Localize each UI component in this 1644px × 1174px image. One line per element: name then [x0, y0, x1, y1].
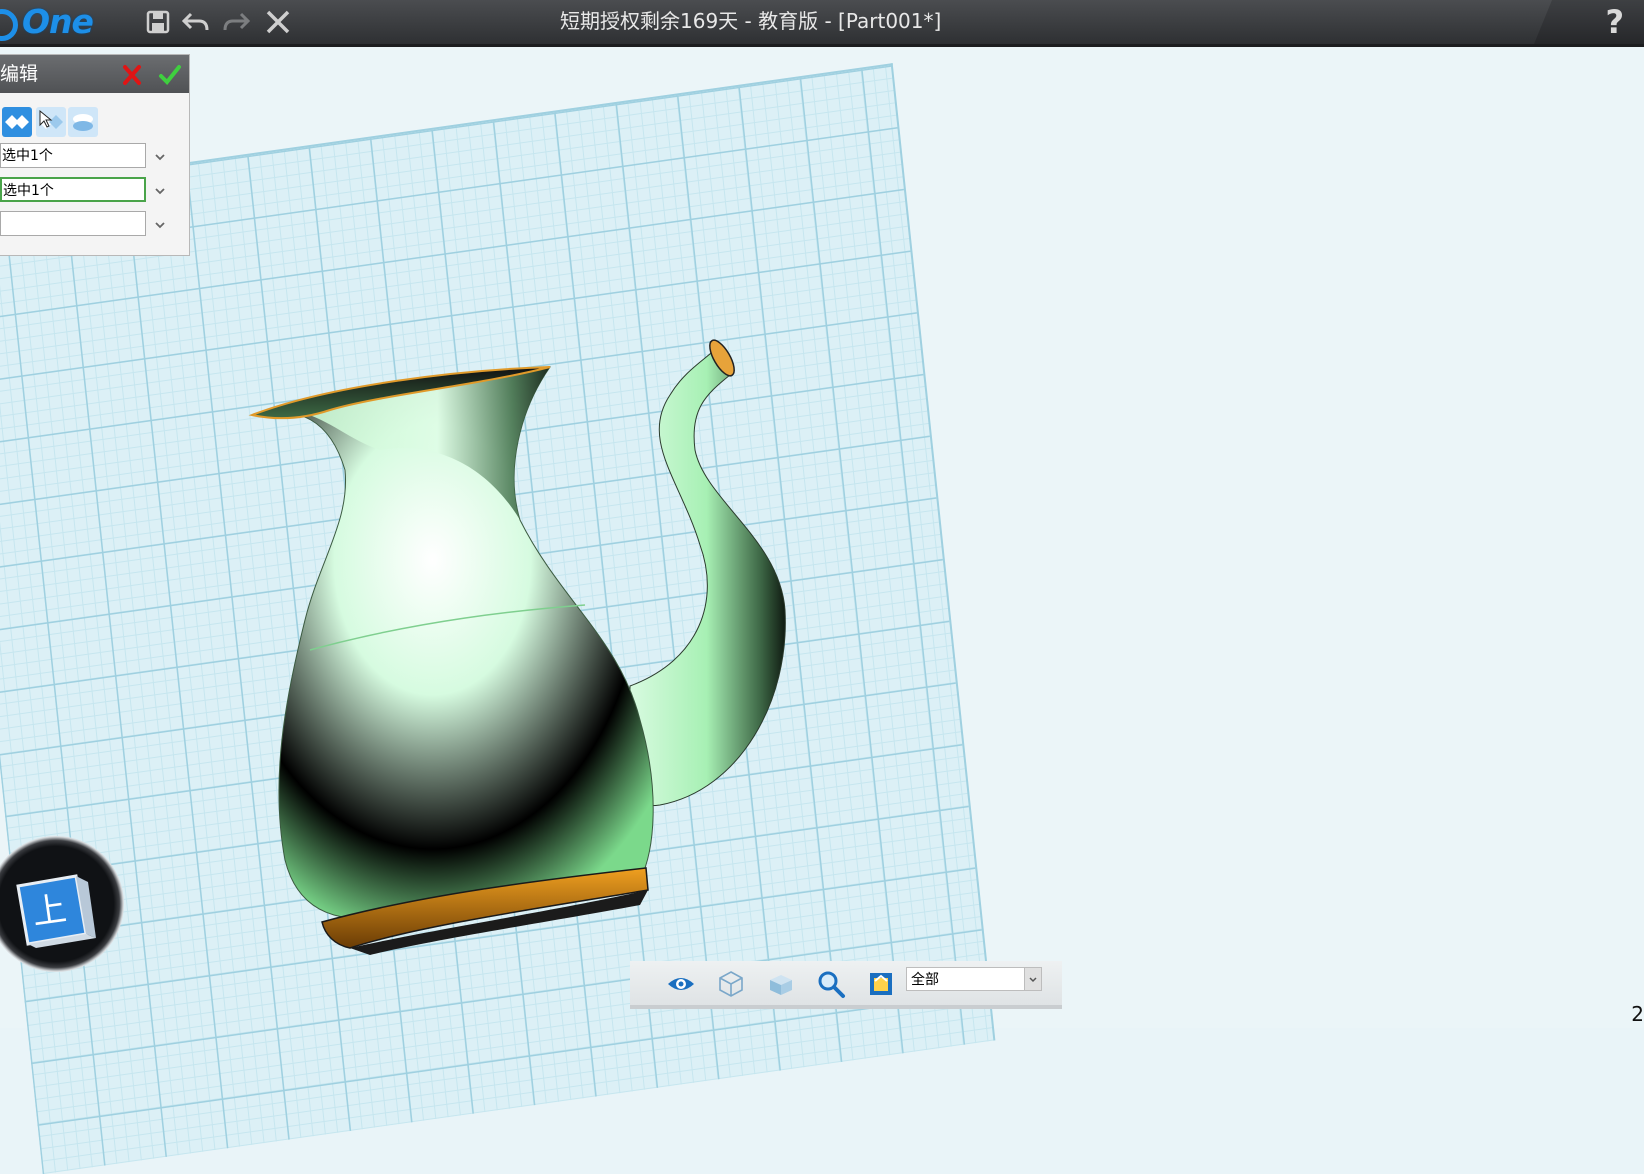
selection-field-2[interactable]: 选中1个 [0, 177, 146, 202]
panel-title: 编辑 [0, 63, 39, 85]
mode-both-button[interactable] [2, 107, 32, 137]
save-icon [146, 10, 170, 34]
chevron-down-icon[interactable] [154, 219, 166, 231]
undo-button[interactable] [180, 6, 212, 38]
eye-icon[interactable] [666, 969, 696, 999]
save-button[interactable] [142, 6, 174, 38]
selection-field-3[interactable] [0, 211, 146, 236]
help-icon: ? [1605, 3, 1624, 41]
3d-viewport[interactable] [0, 47, 1644, 1174]
mode-both-icon [5, 115, 29, 129]
app-logo: One [0, 2, 112, 42]
filter-select[interactable]: 全部 [906, 967, 1042, 991]
chevron-down-icon[interactable] [1024, 968, 1041, 990]
chevron-down-icon[interactable] [154, 151, 166, 163]
red-x-icon[interactable] [120, 63, 144, 87]
green-check-icon[interactable] [158, 63, 182, 87]
close-icon [266, 10, 290, 34]
redo-button[interactable] [220, 6, 252, 38]
cube-solid-icon[interactable] [766, 969, 796, 999]
cube-wire-icon[interactable] [716, 969, 746, 999]
mode-left-button[interactable] [36, 107, 66, 137]
chevron-down-icon[interactable] [154, 185, 166, 197]
title-bar: One 短期授权剩余169天 - 教育版 - [Part001*] ? [0, 0, 1644, 47]
redo-icon [223, 12, 250, 31]
bottom-toolbar: 全部 [630, 961, 1062, 1009]
teapot-model[interactable] [0, 47, 1644, 1028]
fit-view-icon[interactable] [866, 969, 896, 999]
mode-stack-icon [73, 114, 93, 131]
zoom-icon[interactable] [816, 969, 846, 999]
help-button[interactable]: ? [1534, 0, 1644, 44]
close-button[interactable] [262, 6, 294, 38]
mode-stack-button[interactable] [68, 107, 98, 137]
mode-left-icon [39, 109, 63, 129]
panel-header: 编辑 [0, 55, 189, 93]
selection-field-1[interactable]: 选中1个 [0, 143, 146, 168]
view-cube-label: 上 [30, 889, 69, 933]
corner-text: 2 [1631, 1002, 1644, 1026]
undo-icon [182, 12, 209, 31]
logo-text: One [22, 2, 94, 41]
view-cube-face[interactable]: 上 [0, 836, 124, 972]
filter-select-value: 全部 [911, 972, 939, 988]
window-title: 短期授权剩余169天 - 教育版 - [Part001*] [560, 9, 942, 33]
edit-panel: 编辑 选中1个 选中1个 [0, 54, 190, 256]
view-cube[interactable]: 上 [0, 836, 124, 972]
